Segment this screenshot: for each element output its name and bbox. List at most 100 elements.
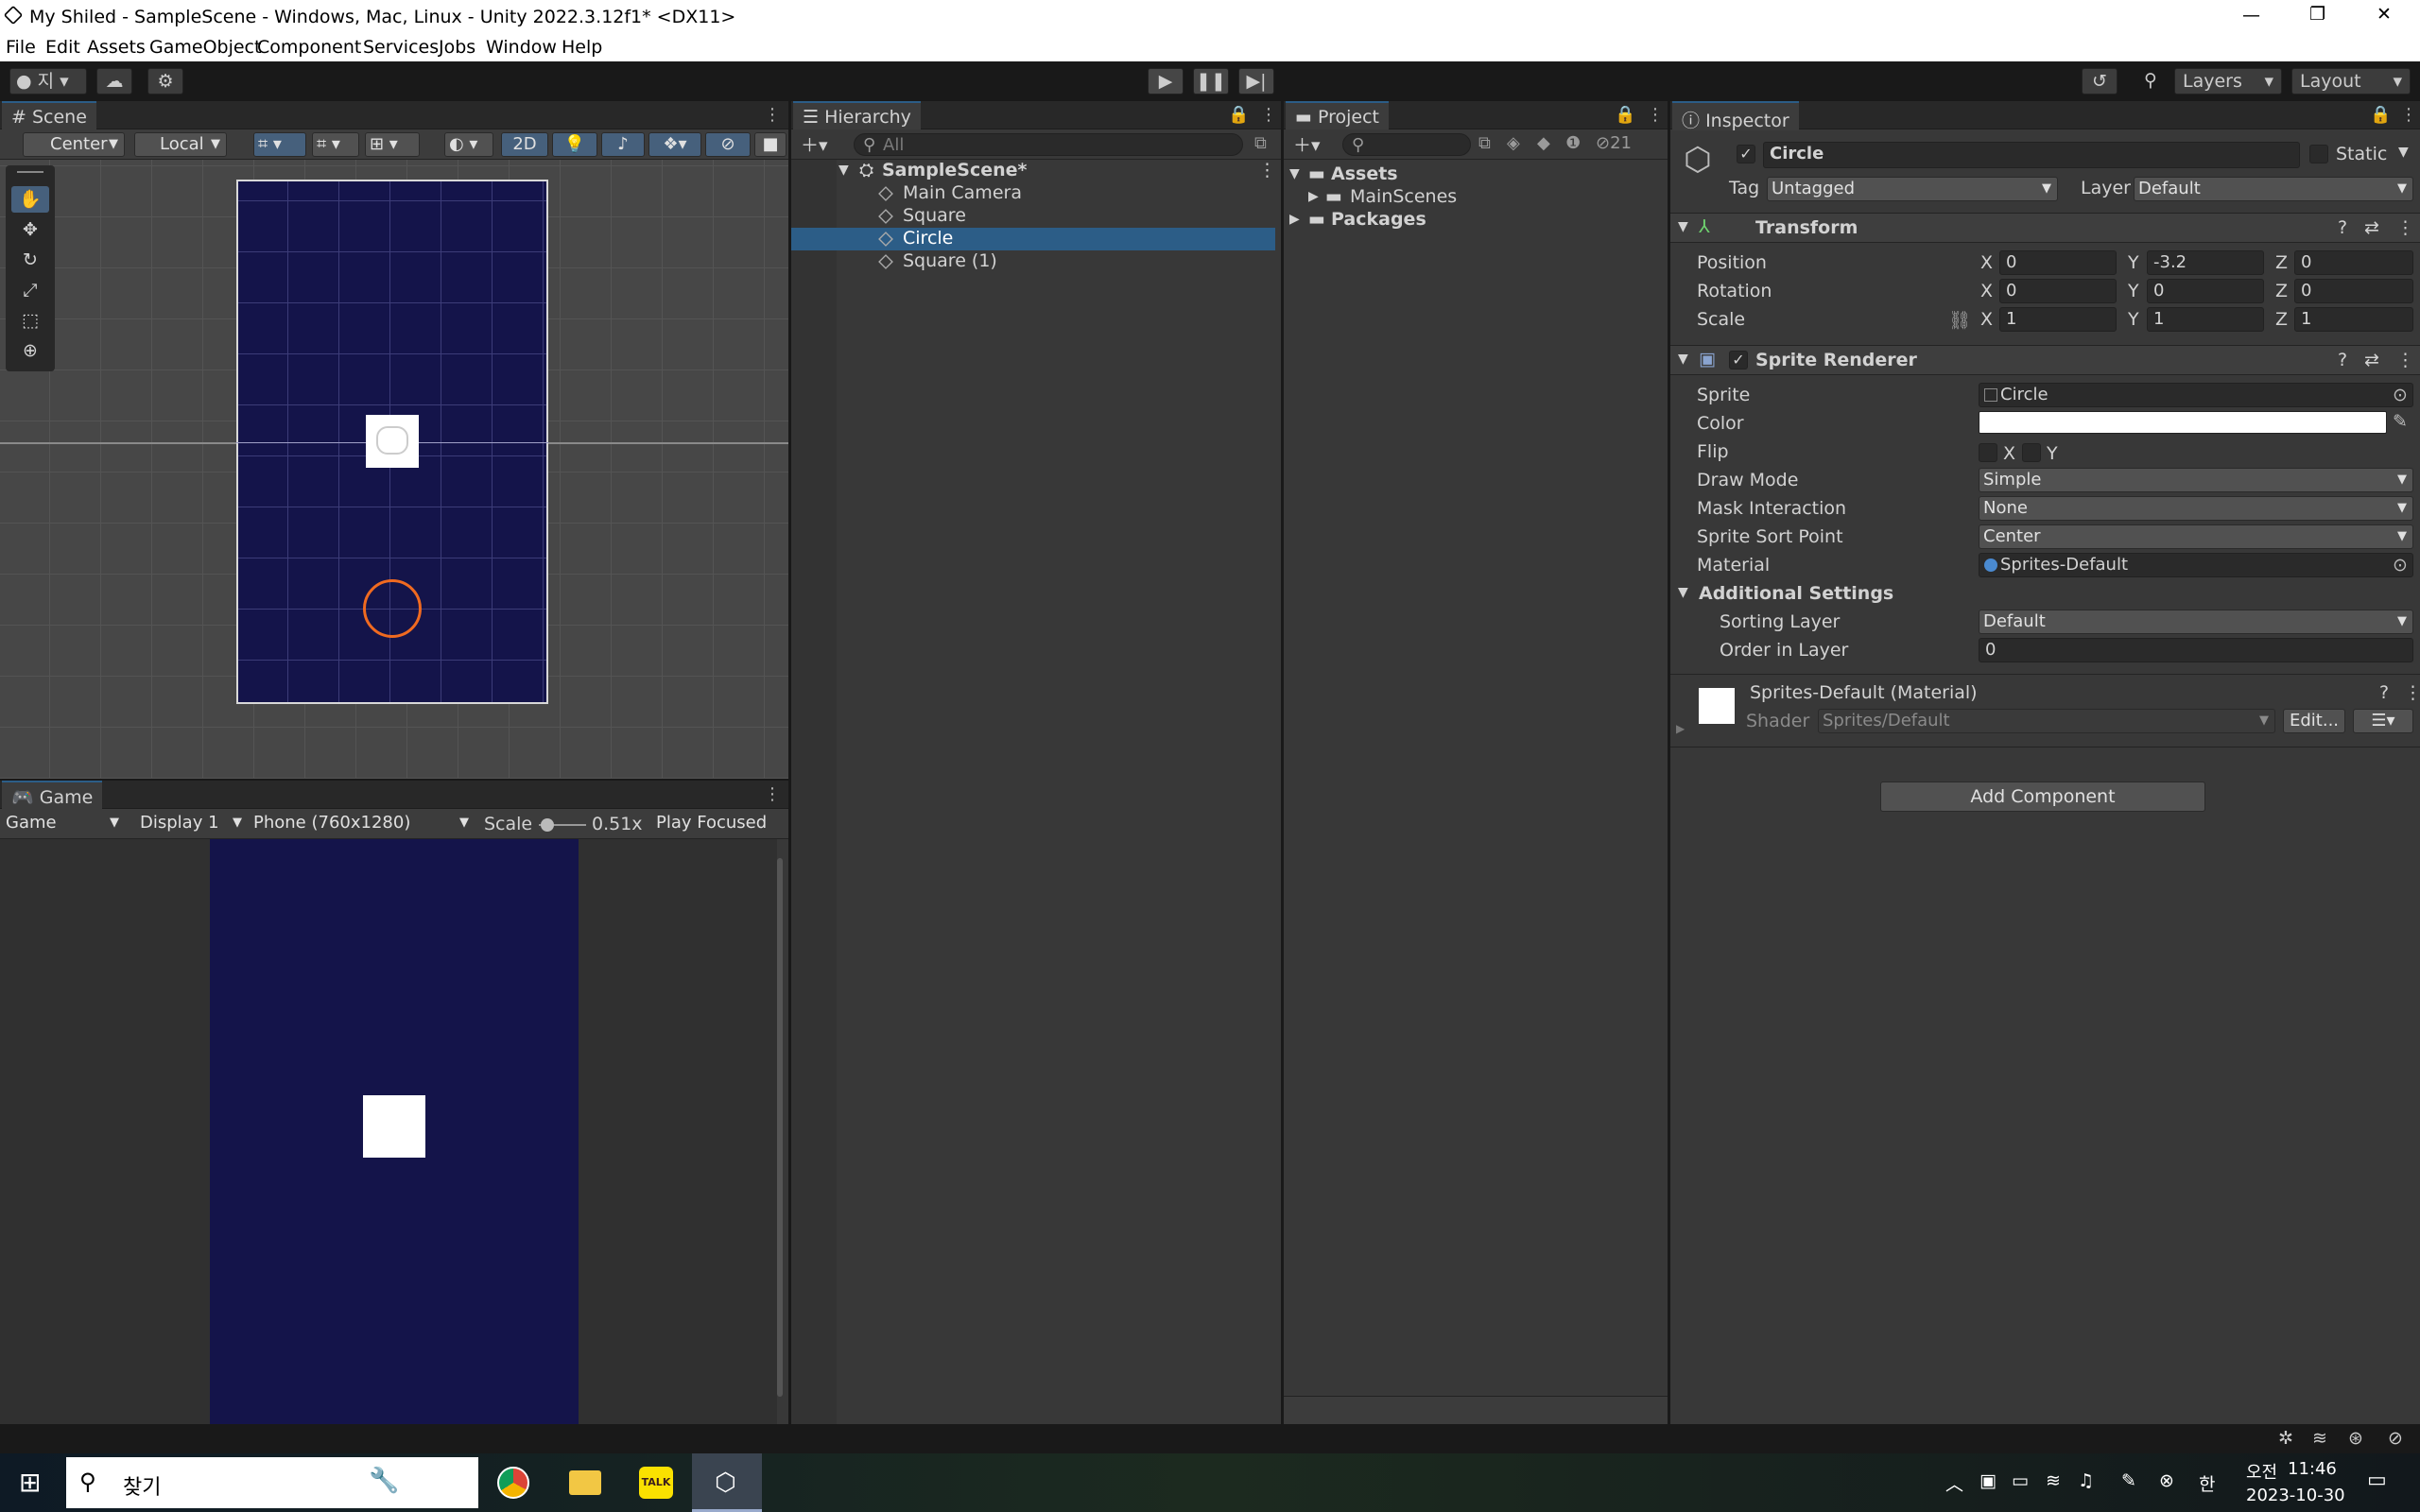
scale-tool-button[interactable]: ⤢ xyxy=(11,277,49,303)
history-button[interactable]: ↺ xyxy=(2082,68,2118,94)
flip-y-checkbox[interactable] xyxy=(2022,443,2041,462)
circle-object[interactable] xyxy=(363,579,422,638)
menu-jobs[interactable]: Jobs xyxy=(439,37,475,58)
menu-assets[interactable]: Assets xyxy=(87,37,146,58)
fold-arrow-icon[interactable]: ▼ xyxy=(1678,352,1688,367)
search-button[interactable]: ⚲ xyxy=(2133,68,2169,94)
rect-tool-button[interactable]: ⬚ xyxy=(11,307,49,334)
battery-icon[interactable]: ▭ xyxy=(2012,1470,2029,1491)
tab-project[interactable]: ▬ Project xyxy=(1286,101,1390,130)
position-x-field[interactable]: 0 xyxy=(1999,250,2117,275)
visibility-toggle[interactable]: ⊘ xyxy=(705,132,751,157)
eyedropper-icon[interactable]: ✎ xyxy=(2393,411,2408,432)
game-view-dropdown[interactable]: Game ▼ xyxy=(2,812,125,836)
cache-icon[interactable]: ≋ xyxy=(2312,1428,2327,1449)
status-x-icon[interactable]: ⊗ xyxy=(2159,1470,2174,1491)
mask-interaction-dropdown[interactable]: None ▼ xyxy=(1979,496,2413,521)
help-icon[interactable]: ? xyxy=(2338,217,2347,238)
fold-arrow-icon[interactable]: ▼ xyxy=(1678,585,1688,600)
hierarchy-item-square[interactable]: Square xyxy=(791,205,1281,228)
pause-button[interactable]: ❚❚ xyxy=(1193,68,1229,94)
object-picker-icon[interactable]: ⊙ xyxy=(2393,555,2408,576)
sprite-sort-point-dropdown[interactable]: Center ▼ xyxy=(1979,524,2413,549)
chevron-up-icon[interactable]: ︿ xyxy=(1945,1470,1963,1496)
scene-viewport[interactable]: ✋ ✥ ↻ ⤢ ⬚ ⊕ xyxy=(0,160,788,779)
minimize-button[interactable]: — xyxy=(2242,5,2260,26)
object-picker-icon[interactable]: ⊙ xyxy=(2393,385,2408,405)
more-icon[interactable]: ⋮ xyxy=(2404,682,2420,703)
component-enabled-checkbox[interactable]: ✓ xyxy=(1729,351,1748,369)
rotation-y-field[interactable]: 0 xyxy=(2147,279,2264,303)
sprite-field[interactable]: Circle xyxy=(1979,383,2413,407)
transform-tool-button[interactable]: ⊕ xyxy=(11,337,49,364)
more-icon[interactable]: ⋮ xyxy=(1258,160,1276,180)
additional-settings-label[interactable]: Additional Settings xyxy=(1699,583,1893,604)
scale-slider[interactable] xyxy=(539,818,586,832)
project-item-packages[interactable]: ▶ ▬ Packages xyxy=(1284,209,1668,232)
transform-header[interactable]: ▼ ⅄ Transform ? ⇄ ⋮ xyxy=(1670,213,2420,243)
hand-tool-button[interactable]: ✋ xyxy=(11,186,49,213)
sprite-renderer-header[interactable]: ▼ ▣ ✓ Sprite Renderer ? ⇄ ⋮ xyxy=(1670,345,2420,375)
rotate-tool-button[interactable]: ↻ xyxy=(11,247,49,273)
meet-icon[interactable]: ▣ xyxy=(1979,1470,1996,1491)
resolution-dropdown[interactable]: Phone (760x1280) ▼ xyxy=(250,812,475,836)
filter-label-icon[interactable]: ◈ xyxy=(1507,133,1520,153)
menu-gameobject[interactable]: GameObject xyxy=(149,37,261,58)
tab-game[interactable]: 🎮 Game xyxy=(2,781,103,810)
tab-inspector[interactable]: ⓘ Inspector xyxy=(1672,101,1799,131)
kakaotalk-icon[interactable]: TALK xyxy=(639,1467,673,1499)
align-button[interactable]: ⊞ ▾ xyxy=(365,132,420,157)
chrome-icon[interactable] xyxy=(497,1467,529,1499)
layout-dropdown[interactable]: Layout ▾ xyxy=(2291,68,2411,94)
account-button[interactable]: ● 지 ▾ xyxy=(9,68,87,94)
expand-arrow-icon[interactable]: ▼ xyxy=(1289,166,1300,181)
step-button[interactable]: ▶| xyxy=(1238,68,1274,94)
play-button[interactable]: ▶ xyxy=(1148,68,1184,94)
snap-increment-button[interactable]: ⌗ ▾ xyxy=(312,132,359,157)
tag-dropdown[interactable]: Untagged ▼ xyxy=(1767,177,2058,201)
scale-z-field[interactable]: 1 xyxy=(2294,307,2413,332)
hierarchy-search-input[interactable]: All xyxy=(854,133,1243,156)
maximize-button[interactable]: ❐ xyxy=(2309,4,2325,25)
filter-type-icon[interactable]: ⧉ xyxy=(1478,133,1491,153)
more-icon[interactable]: ⋮ xyxy=(1647,105,1664,125)
flip-x-checkbox[interactable] xyxy=(1979,443,1997,462)
layers-dropdown[interactable]: Layers ▾ xyxy=(2174,68,2282,94)
panel-divider[interactable] xyxy=(0,779,788,781)
expand-arrow-icon[interactable]: ▼ xyxy=(838,163,849,178)
more-icon[interactable]: ⋮ xyxy=(2396,217,2414,238)
status-check-icon[interactable]: ⊘ xyxy=(2388,1428,2403,1449)
tag-icon[interactable]: ◆ xyxy=(1537,133,1550,153)
lock-icon[interactable]: 🔒 xyxy=(1615,105,1635,125)
ime-indicator[interactable]: 한 xyxy=(2199,1470,2215,1496)
close-button[interactable]: ✕ xyxy=(2377,4,2392,25)
collapse-arrow-icon[interactable]: ▶ xyxy=(1289,212,1300,227)
menu-help[interactable]: Help xyxy=(562,37,602,58)
create-asset-button[interactable]: ＋▾ xyxy=(1293,131,1321,157)
static-checkbox[interactable] xyxy=(2309,145,2328,163)
project-item-assets[interactable]: ▼ ▬ Assets xyxy=(1284,163,1668,186)
hierarchy-item-square-1[interactable]: Square (1) xyxy=(791,250,1281,273)
wifi-icon[interactable]: ≋ xyxy=(2046,1470,2061,1491)
more-icon[interactable]: ⋮ xyxy=(2396,350,2414,370)
panel-divider[interactable] xyxy=(1281,101,1284,1424)
debug-icon[interactable]: ✲ xyxy=(2278,1428,2293,1449)
material-field[interactable]: Sprites-Default xyxy=(1979,553,2413,577)
taskbar-search-box[interactable]: ⚲ 찾기 🔧 xyxy=(66,1457,478,1508)
shader-dropdown[interactable]: Sprites/Default ▼ xyxy=(1818,709,2275,733)
lock-icon[interactable]: 🔒 xyxy=(2370,105,2391,125)
2d-toggle[interactable]: 2D xyxy=(501,132,548,157)
file-explorer-icon[interactable] xyxy=(569,1470,601,1495)
tab-scene[interactable]: # Scene xyxy=(2,101,96,130)
rotation-x-field[interactable]: 0 xyxy=(1999,279,2117,303)
play-focused-dropdown[interactable]: Play Focused xyxy=(652,812,785,836)
lock-icon[interactable]: 🔒 xyxy=(1228,105,1249,125)
constrain-proportions-icon[interactable]: ⛓ xyxy=(1948,309,1971,331)
preset-icon[interactable]: ⇄ xyxy=(2364,217,2379,238)
collapse-arrow-icon[interactable]: ▶ xyxy=(1676,722,1685,735)
menu-file[interactable]: File xyxy=(6,37,36,58)
scene-row[interactable]: ▼ ⛭ SampleScene* ⋮ xyxy=(791,160,1281,182)
move-tool-button[interactable]: ✥ xyxy=(11,216,49,243)
shader-options-button[interactable]: ☰▾ xyxy=(2353,709,2413,733)
notification-icon[interactable]: ▭ xyxy=(2367,1469,2387,1492)
